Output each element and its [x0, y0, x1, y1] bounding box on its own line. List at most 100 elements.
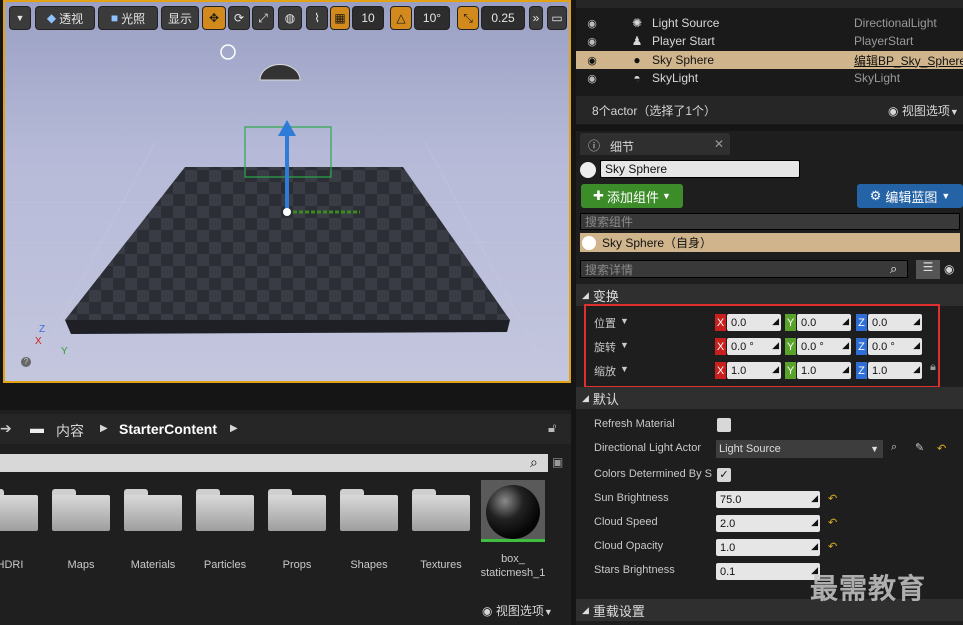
visibility-eye-icon[interactable]: ◉ [584, 72, 600, 85]
colors-determined-row: Colors Determined By S ✓ [584, 463, 963, 487]
outliner-row[interactable]: ◉ ♟ Player Start PlayerStart [576, 32, 963, 50]
folder-particles[interactable] [196, 489, 254, 531]
globe-icon: ◍ [284, 11, 296, 25]
save-icon[interactable]: ▣ [552, 455, 563, 469]
rotation-snap-toggle[interactable]: △ [390, 6, 412, 30]
search-icon: ⌕ [530, 454, 538, 470]
rotation-snap-value[interactable]: 10° [414, 6, 450, 30]
asset-box-staticmesh[interactable] [481, 480, 545, 542]
grid-snap-toggle[interactable]: ▦ [330, 6, 350, 30]
details-icon: ⓘ [588, 139, 601, 153]
sun-brightness-field[interactable]: 75.0 ◢ [716, 491, 820, 508]
surface-snap-button[interactable]: ⌇ [306, 6, 328, 30]
component-self-row[interactable]: Sky Sphere（自身） [580, 233, 960, 252]
close-icon[interactable]: ✕ [714, 137, 724, 151]
outliner-row[interactable]: ◉ ◓ SkyLight SkyLight [576, 69, 963, 87]
picker-icon[interactable]: ✎ [915, 441, 924, 454]
eye-icon: ◉ [888, 104, 899, 118]
add-component-button[interactable]: ✚ 添加组件 ▼ [581, 184, 683, 208]
maximize-viewport-button[interactable]: ▭ [547, 6, 567, 30]
folder-materials[interactable] [124, 489, 182, 531]
lit-icon: ■ [110, 11, 119, 25]
content-search-input[interactable] [0, 454, 548, 472]
content-view-options[interactable]: ◉ 视图选项▼ [482, 602, 553, 619]
show-button[interactable]: 显示 [161, 6, 199, 30]
plus-icon: ✚ [593, 188, 604, 203]
toolbar-overflow-button[interactable]: » [529, 6, 543, 30]
cloud-opacity-row: Cloud Opacity 1.0 ◢ ↶ [584, 535, 963, 559]
sphere-icon [580, 162, 596, 178]
search-components-input[interactable]: 搜索组件 [580, 213, 960, 230]
folder-hdri[interactable] [0, 489, 38, 531]
world-local-toggle[interactable]: ◍ [278, 6, 302, 30]
static-mesh-thumbnail [486, 485, 540, 539]
rotate-mode-button[interactable]: ⟳ [228, 6, 250, 30]
transform-highlight-box [584, 304, 940, 388]
breadcrumb-root[interactable]: 内容 [56, 421, 84, 441]
gears-icon: ⚙ [869, 188, 882, 203]
actor-name-field[interactable]: Sky Sphere [600, 160, 800, 178]
directional-light-actor-row: Directional Light Actor Light Source ▼ ⌕… [584, 437, 963, 461]
visibility-eye-icon[interactable]: ◉ [584, 17, 600, 30]
search-details-input[interactable]: 搜索详情 [580, 260, 908, 278]
scale-snap-toggle[interactable]: ⤡ [457, 6, 479, 30]
folder-textures[interactable] [412, 489, 470, 531]
tab-details[interactable]: ⓘ 细节 ✕ [580, 133, 730, 155]
skylight-icon [259, 64, 301, 81]
outliner-row[interactable]: ◉ ✺ Light Source DirectionalLight [576, 14, 963, 32]
outliner-view-options[interactable]: ◉ 视图选项▼ [888, 102, 959, 119]
lit-button[interactable]: ■ 光照 [98, 6, 158, 30]
asset-label: box_ staticmesh_1 [480, 553, 546, 579]
scale-mode-button[interactable]: ⤢ [252, 6, 274, 30]
watermark-text: 最需教育 [810, 573, 927, 604]
reset-arrow-icon[interactable]: ↶ [828, 540, 837, 553]
chevron-right-icon[interactable]: ▶ [230, 423, 238, 434]
cloud-speed-row: Cloud Speed 2.0 ◢ ↶ [584, 511, 963, 535]
translate-mode-button[interactable]: ✥ [202, 6, 226, 30]
visibility-eye-icon[interactable]: ◉ [584, 54, 600, 67]
skylight-icon: ◓ [633, 71, 641, 85]
chevron-right-icon: ▶ [100, 423, 108, 434]
folder-props[interactable] [268, 489, 326, 531]
cloud-speed-field[interactable]: 2.0 ◢ [716, 515, 820, 532]
breadcrumb-folder[interactable]: StarterContent [119, 421, 217, 437]
scale-snap-icon: ⤡ [463, 10, 473, 25]
default-section-header[interactable]: ◢ 默认 [576, 387, 963, 409]
folder-shapes[interactable] [340, 489, 398, 531]
level-viewport[interactable]: ▼ ◆ 透视 ■ 光照 显示 ✥ ⟳ ⤢ ◍ ⌇ ▦ 10 △ 10° ⤡ 0.… [3, 0, 571, 383]
realtime-icon[interactable]: ? [21, 357, 31, 367]
eye-icon[interactable]: ◉ [944, 262, 954, 276]
outliner-footer: 8个actor（选择了1个） ◉ 视图选项▼ [576, 96, 963, 124]
maximize-icon: ▭ [551, 11, 563, 25]
property-matrix-button[interactable]: ☰ [916, 260, 940, 279]
axis-x-label: X [35, 336, 42, 347]
scale-snap-value[interactable]: 0.25 [481, 6, 525, 30]
move-icon: ✥ [208, 11, 220, 25]
search-icon[interactable]: ⌕ [891, 441, 897, 454]
grid-snap-value[interactable]: 10 [352, 6, 384, 30]
visibility-eye-icon[interactable]: ◉ [584, 35, 600, 48]
viewport-toolbar: ▼ ◆ 透视 ■ 光照 显示 ✥ ⟳ ⤢ ◍ ⌇ ▦ 10 △ 10° ⤡ 0.… [5, 6, 569, 32]
colors-determined-checkbox[interactable]: ✓ [717, 468, 731, 482]
lock-icon[interactable]: 🔓︎ [548, 420, 556, 436]
stars-brightness-field[interactable]: 0.1 ◢ [716, 563, 820, 580]
outliner-row-selected[interactable]: ◉ ● Sky Sphere 编辑BP_Sky_Sphere [576, 51, 963, 69]
arrow-right-icon[interactable]: ➔ [0, 420, 12, 437]
eye-icon: ◉ [482, 604, 493, 618]
cloud-opacity-field[interactable]: 1.0 ◢ [716, 539, 820, 556]
sphere-icon: ● [633, 53, 641, 67]
transform-section-header[interactable]: ◢ 变换 [576, 284, 963, 306]
reset-arrow-icon[interactable]: ↶ [828, 492, 837, 505]
axis-z-label: Z [39, 324, 46, 335]
edit-blueprint-button[interactable]: ⚙ 编辑蓝图 ▼ [857, 184, 963, 208]
viewport-options-button[interactable]: ▼ [9, 6, 31, 30]
search-icon: ⌕ [890, 261, 898, 276]
refresh-material-checkbox[interactable] [717, 418, 731, 432]
axis-y-label: Y [61, 346, 68, 357]
folder-icon: ▬ [30, 420, 44, 436]
reset-arrow-icon[interactable]: ↶ [937, 442, 946, 455]
reset-arrow-icon[interactable]: ↶ [828, 516, 837, 529]
directional-light-combo[interactable]: Light Source ▼ [716, 440, 883, 458]
perspective-button[interactable]: ◆ 透视 [35, 6, 95, 30]
folder-maps[interactable] [52, 489, 110, 531]
